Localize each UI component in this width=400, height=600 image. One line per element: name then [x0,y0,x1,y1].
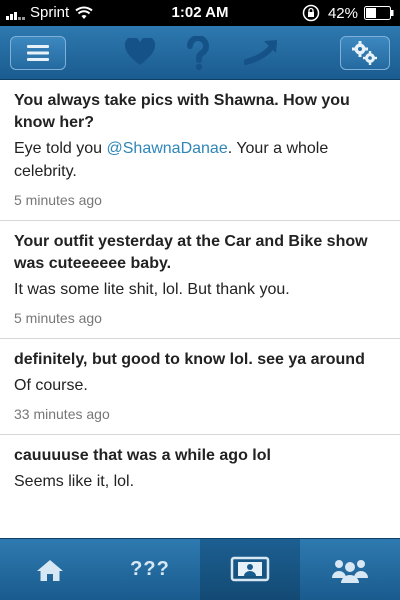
profile-card-icon [230,556,270,581]
post-question: cauuuuse that was a while ago lol [14,447,271,464]
questions-icon: ??? [130,558,170,580]
app-top-bar [0,26,400,80]
answer-text: Eye told you [14,140,107,157]
rotation-lock-icon [302,4,320,22]
post-timestamp: 5 minutes ago [14,310,102,326]
battery-percent: 42% [327,4,358,22]
question-mark-icon[interactable] [184,36,212,70]
home-icon [37,559,63,581]
answers-feed[interactable]: You always take pics with Shawna. How yo… [0,80,400,538]
post-question: Your outfit yesterday at the Car and Bik… [14,233,368,272]
list-item[interactable]: You always take pics with Shawna. How yo… [0,80,400,221]
post-question: You always take pics with Shawna. How yo… [14,92,350,131]
menu-icon [27,45,49,61]
settings-button[interactable] [340,36,390,70]
tab-profile[interactable] [200,539,300,600]
menu-button[interactable] [10,36,66,70]
post-timestamp: 5 minutes ago [14,192,102,208]
post-answer: Eye told you @ShawnaDanae. Your a whole … [14,137,386,183]
heart-icon[interactable] [124,38,156,66]
list-item[interactable]: cauuuuse that was a while ago lol Seems … [0,435,400,505]
post-answer: Seems like it, lol. [14,473,135,490]
gear-icon [352,41,377,65]
tab-questions[interactable]: ??? [100,539,200,600]
post-question: definitely, but good to know lol. see ya… [14,351,365,368]
post-answer: Of course. [14,377,88,394]
reply-arrow-icon[interactable] [244,38,280,66]
mention-link[interactable]: @ShawnaDanae [107,140,228,157]
list-item[interactable]: definitely, but good to know lol. see ya… [0,339,400,435]
post-answer: It was some lite shit, lol. But thank yo… [14,281,290,298]
battery-icon [364,6,394,20]
list-item[interactable]: Your outfit yesterday at the Car and Bik… [0,221,400,339]
people-icon [332,559,368,583]
status-right: 42% [302,4,394,22]
tab-home[interactable] [0,539,100,600]
post-timestamp: 33 minutes ago [14,406,110,422]
tab-friends[interactable] [300,539,400,600]
bottom-tab-bar: ??? [0,538,400,600]
status-bar: Sprint 1:02 AM 42% [0,0,400,26]
